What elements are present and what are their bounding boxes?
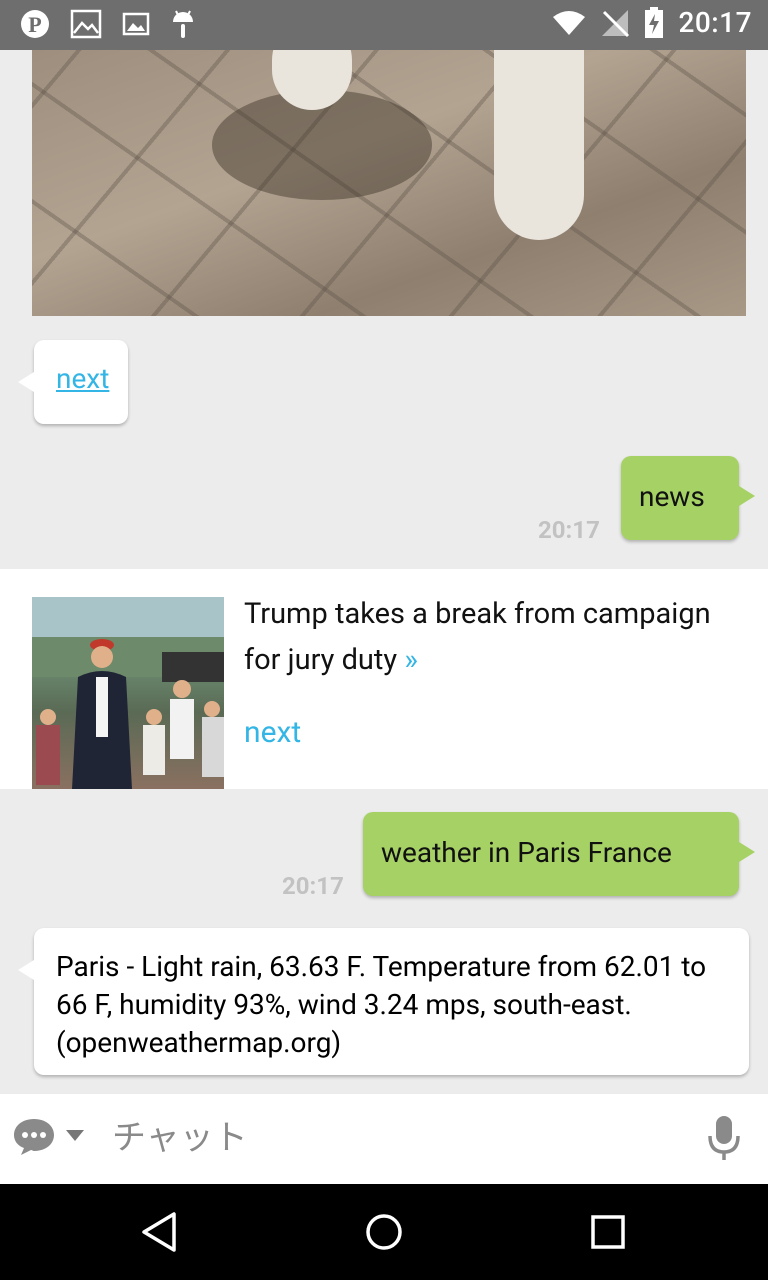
clock: 20:17: [678, 6, 752, 39]
chat-input-bar: [0, 1094, 768, 1184]
no-signal-icon: [600, 8, 630, 38]
weather-query-time: 20:17: [282, 872, 344, 900]
system-status: 20:17: [552, 6, 752, 39]
wifi-icon: [552, 9, 586, 37]
news-message-time: 20:17: [538, 516, 600, 544]
notification-icons: P: [20, 8, 196, 40]
back-icon[interactable]: [138, 1210, 182, 1258]
battery-charging-icon: [644, 6, 664, 39]
news-headline-text[interactable]: Trump takes a break from campaign for ju…: [244, 597, 711, 677]
weather-reply-text: Paris - Light rain, 63.63 F. Temperature…: [56, 950, 707, 1059]
status-bar: P 20:17: [0, 0, 768, 50]
news-thumbnail[interactable]: [32, 597, 224, 789]
news-next-link[interactable]: next: [244, 715, 301, 750]
chat-input[interactable]: [110, 1112, 674, 1164]
gallery-icon: [122, 11, 150, 37]
news-headline[interactable]: Trump takes a break from campaign for ju…: [244, 591, 724, 683]
news-card[interactable]: Trump takes a break from campaign for ju…: [0, 569, 768, 789]
dog-paws-photo[interactable]: [32, 50, 746, 316]
home-icon[interactable]: [362, 1210, 406, 1258]
chat-thread[interactable]: next news 20:17 Trump takes a break from…: [0, 50, 768, 1094]
chevron-down-icon[interactable]: [66, 1130, 84, 1141]
weather-reply-bubble: Paris - Light rain, 63.63 F. Temperature…: [18, 928, 749, 1075]
chat-bubble-icon[interactable]: [12, 1116, 56, 1160]
microphone-icon[interactable]: [706, 1114, 742, 1166]
svg-text:P: P: [28, 12, 41, 37]
image-icon: [70, 9, 102, 39]
next-link-bubble: next: [18, 340, 128, 424]
android-icon: [170, 8, 196, 40]
next-link[interactable]: next: [56, 362, 109, 395]
news-message-text: news: [639, 480, 705, 513]
news-message-bubble: news: [621, 456, 755, 540]
recents-icon[interactable]: [586, 1210, 630, 1258]
weather-query-text: weather in Paris France: [381, 836, 672, 869]
pinterest-icon: P: [20, 9, 50, 39]
weather-query-bubble: weather in Paris France: [363, 812, 755, 896]
navigation-bar: [0, 1184, 768, 1280]
read-more-icon[interactable]: »: [404, 643, 418, 677]
